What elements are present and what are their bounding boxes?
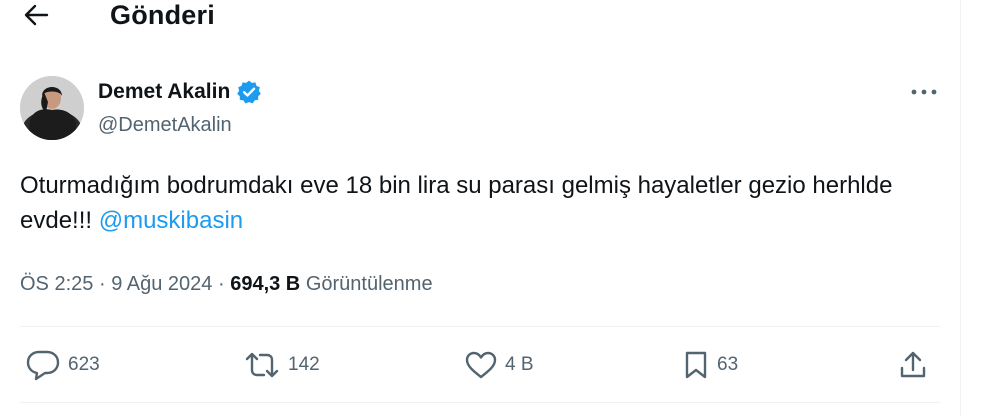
arrow-left-icon: [24, 4, 49, 26]
page-header: Gönderi: [0, 0, 960, 36]
meta-separator: ·: [217, 273, 225, 295]
tweet-meta: ÖS 2:25 · 9 Ağu 2024 · 694,3 B Görüntüle…: [20, 271, 433, 297]
views-count: 694,3 B: [230, 273, 301, 295]
divider: [20, 326, 940, 327]
meta-separator: ·: [98, 273, 106, 295]
column-border: [960, 0, 961, 416]
share-icon: [900, 351, 926, 378]
tweet-text: Oturmadığım bodrumdakı eve 18 bin lira s…: [20, 168, 940, 238]
reply-icon: [26, 350, 60, 381]
verified-badge-icon: [237, 80, 262, 104]
tweet-page: Gönderi Demet Akalin @DemetAkalin Oturma…: [0, 0, 997, 416]
reply-button[interactable]: 623: [26, 348, 100, 382]
author-handle[interactable]: @DemetAkalin: [98, 112, 232, 138]
like-count: 4 B: [505, 354, 534, 375]
heart-icon: [465, 351, 497, 379]
more-dots-icon: [911, 89, 937, 95]
author-name-row: Demet Akalin: [98, 79, 262, 105]
repost-icon: [245, 352, 279, 378]
back-button[interactable]: [14, 0, 58, 30]
repost-count: 142: [288, 354, 320, 375]
mention-link[interactable]: @muskibasin: [99, 207, 243, 234]
tweet-date[interactable]: 9 Ağu 2024: [111, 273, 212, 295]
page-title: Gönderi: [110, 0, 215, 30]
more-options-button[interactable]: [904, 78, 944, 106]
views-label: Görüntülenme: [305, 273, 433, 295]
divider: [20, 402, 940, 403]
reply-count: 623: [68, 354, 100, 375]
avatar[interactable]: [20, 76, 84, 140]
share-button[interactable]: [898, 348, 928, 382]
like-button[interactable]: 4 B: [465, 348, 534, 382]
author-name[interactable]: Demet Akalin: [98, 79, 230, 105]
repost-button[interactable]: 142: [244, 348, 320, 382]
bookmark-button[interactable]: 63: [683, 348, 738, 382]
avatar-image: [20, 76, 84, 140]
bookmark-icon: [685, 351, 707, 379]
tweet-time[interactable]: ÖS 2:25: [20, 273, 93, 295]
bookmark-count: 63: [717, 354, 739, 375]
